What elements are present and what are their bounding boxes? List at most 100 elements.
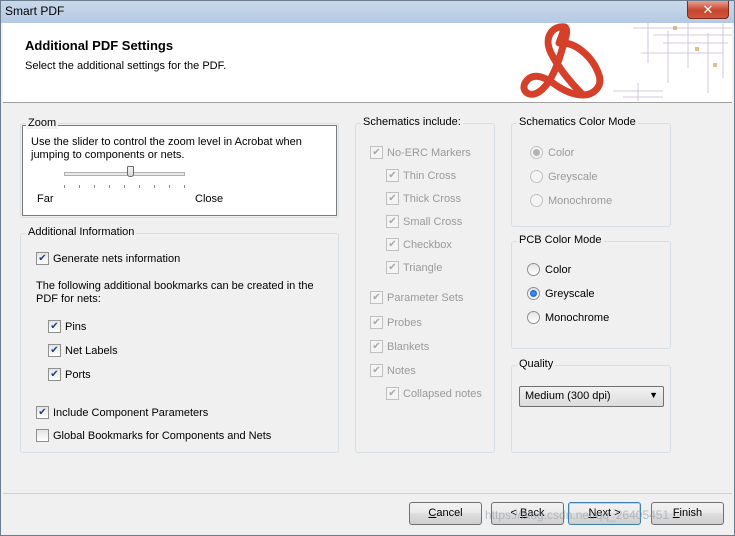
schematics-include-title: Schematics include: <box>361 116 463 128</box>
slider-tick <box>124 185 125 188</box>
generate-nets-checkbox[interactable]: ✔ Generate nets information <box>36 252 180 265</box>
wizard-header: Additional PDF Settings Select the addit… <box>3 23 732 103</box>
pcb-greyscale-radio[interactable]: Greyscale <box>527 287 595 300</box>
bookmarks-description: The following additional bookmarks can b… <box>36 280 314 305</box>
pcb-monochrome-radio[interactable]: Monochrome <box>527 311 609 324</box>
cancel-label: ancel <box>436 507 463 519</box>
blankets-checkbox[interactable]: ✔ Blankets <box>370 340 429 353</box>
quality-group: Quality Medium (300 dpi) ▼ <box>511 358 671 453</box>
schematics-color-mode-group: Schematics Color Mode Color Greyscale Mo… <box>511 116 671 227</box>
quality-title: Quality <box>517 358 556 370</box>
check-icon: ✔ <box>48 344 61 357</box>
radio-empty-icon <box>527 263 540 276</box>
blankets-label: Blankets <box>387 340 430 353</box>
radio-empty-icon <box>530 170 543 183</box>
additional-information-group: Additional Information ✔ Generate nets i… <box>20 226 339 453</box>
slider-tick <box>154 185 155 188</box>
ports-checkbox[interactable]: ✔ Ports <box>48 368 91 381</box>
zoom-description: Use the slider to control the zoom level… <box>31 136 302 161</box>
acrobat-logo-icon <box>513 23 732 102</box>
schematics-color-label: Color <box>548 146 575 159</box>
schematics-include-group: Schematics include: ✔ No-ERC Markers ✔ T… <box>355 116 495 453</box>
zoom-group: Use the slider to control the zoom level… <box>20 117 339 218</box>
check-icon: ✔ <box>386 387 399 400</box>
radio-selected-icon <box>527 287 540 300</box>
collapsed-notes-checkbox[interactable]: ✔ Collapsed notes <box>386 387 482 400</box>
page-subtitle: Select the additional settings for the P… <box>25 60 227 72</box>
slider-tick <box>79 185 80 188</box>
zoom-far-label: Far <box>37 193 54 205</box>
check-icon: ✔ <box>36 252 49 265</box>
check-icon: ✔ <box>48 368 61 381</box>
parameter-sets-label: Parameter Sets <box>387 291 464 304</box>
check-icon: ✔ <box>386 238 399 251</box>
watermark-text: https://blog.csdn.net/qq_26405451 <box>485 508 670 522</box>
check-icon: ✔ <box>370 146 383 159</box>
pcb-monochrome-label: Monochrome <box>545 311 610 324</box>
check-icon: ✔ <box>48 320 61 333</box>
no-erc-markers-label: No-ERC Markers <box>387 146 471 159</box>
close-icon[interactable]: ✕ <box>687 1 729 19</box>
radio-selected-icon <box>530 146 543 159</box>
check-icon: ✔ <box>370 364 383 377</box>
quality-selected-value: Medium (300 dpi) <box>525 390 611 402</box>
thick-cross-label: Thick Cross <box>403 192 462 205</box>
thin-cross-label: Thin Cross <box>403 169 457 182</box>
zoom-group-title: Zoom <box>26 117 59 129</box>
cancel-button[interactable]: Cancel <box>409 502 482 525</box>
radio-empty-icon <box>530 194 543 207</box>
check-icon: ✔ <box>370 291 383 304</box>
pcb-color-label: Color <box>545 263 572 276</box>
probes-checkbox[interactable]: ✔ Probes <box>370 316 422 329</box>
schematics-monochrome-radio[interactable]: Monochrome <box>530 194 612 207</box>
include-component-parameters-checkbox[interactable]: ✔ Include Component Parameters <box>36 406 208 419</box>
check-icon: ✔ <box>386 261 399 274</box>
small-cross-checkbox[interactable]: ✔ Small Cross <box>386 215 462 228</box>
page-title: Additional PDF Settings <box>25 38 174 53</box>
title-bar[interactable]: Smart PDF ✕ <box>1 1 734 23</box>
pins-checkbox[interactable]: ✔ Pins <box>48 320 86 333</box>
zoom-slider-handle[interactable] <box>126 166 134 177</box>
thick-cross-checkbox[interactable]: ✔ Thick Cross <box>386 192 461 205</box>
check-icon: ✔ <box>370 340 383 353</box>
checkbox-marker-label: Checkbox <box>403 238 452 251</box>
finish-label: inish <box>679 507 703 519</box>
schematics-color-radio[interactable]: Color <box>530 146 574 159</box>
empty-checkbox-icon <box>36 429 49 442</box>
window-title: Smart PDF <box>5 4 65 18</box>
slider-tick <box>64 185 65 188</box>
ports-label: Ports <box>65 368 91 381</box>
slider-tick <box>184 185 185 188</box>
parameter-sets-checkbox[interactable]: ✔ Parameter Sets <box>370 291 463 304</box>
triangle-label: Triangle <box>403 261 443 274</box>
quality-dropdown[interactable]: Medium (300 dpi) ▼ <box>519 386 664 407</box>
global-bookmarks-label: Global Bookmarks for Components and Nets <box>53 429 272 442</box>
net-labels-checkbox[interactable]: ✔ Net Labels <box>48 344 118 357</box>
checkbox-marker-checkbox[interactable]: ✔ Checkbox <box>386 238 452 251</box>
slider-tick <box>109 185 110 188</box>
no-erc-markers-checkbox[interactable]: ✔ No-ERC Markers <box>370 146 471 159</box>
triangle-checkbox[interactable]: ✔ Triangle <box>386 261 442 274</box>
thin-cross-checkbox[interactable]: ✔ Thin Cross <box>386 169 456 182</box>
notes-checkbox[interactable]: ✔ Notes <box>370 364 416 377</box>
pcb-color-radio[interactable]: Color <box>527 263 571 276</box>
notes-label: Notes <box>387 364 416 377</box>
schematics-color-mode-title: Schematics Color Mode <box>517 116 638 128</box>
dropdown-arrow-icon: ▼ <box>649 390 658 400</box>
small-cross-label: Small Cross <box>403 215 463 228</box>
schematics-monochrome-label: Monochrome <box>548 194 613 207</box>
schematics-greyscale-radio[interactable]: Greyscale <box>530 170 598 183</box>
check-icon: ✔ <box>36 406 49 419</box>
check-icon: ✔ <box>370 316 383 329</box>
check-icon: ✔ <box>386 169 399 182</box>
smart-pdf-window: Smart PDF ✕ Additional PDF Settings Sele… <box>0 0 735 536</box>
additional-information-title: Additional Information <box>26 226 137 238</box>
global-bookmarks-checkbox[interactable]: Global Bookmarks for Components and Nets <box>36 429 271 442</box>
zoom-slider-track[interactable] <box>64 172 185 176</box>
finish-mnemonic: F <box>672 507 680 519</box>
pcb-color-mode-group: PCB Color Mode Color Greyscale Monochrom… <box>511 234 671 349</box>
include-component-parameters-label: Include Component Parameters <box>53 406 209 419</box>
pcb-greyscale-label: Greyscale <box>545 287 595 300</box>
pcb-color-mode-title: PCB Color Mode <box>517 234 604 246</box>
zoom-panel: Use the slider to control the zoom level… <box>22 125 337 216</box>
